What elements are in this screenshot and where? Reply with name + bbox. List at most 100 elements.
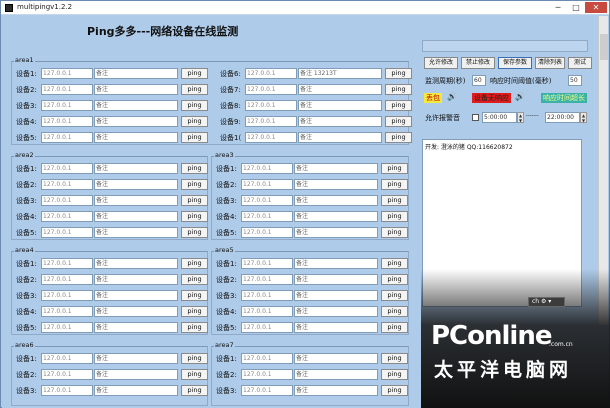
- ping-button[interactable]: ping: [181, 211, 208, 222]
- ping-button[interactable]: ping: [385, 116, 412, 127]
- ip-input[interactable]: 127.0.0.1: [41, 290, 93, 301]
- note-input[interactable]: 备注: [294, 163, 378, 174]
- start-time-spinner[interactable]: ▲ ▼: [517, 112, 524, 123]
- note-input[interactable]: 备注: [94, 369, 178, 380]
- save-params-button[interactable]: 保存参数: [498, 57, 532, 69]
- note-input[interactable]: 备注: [294, 369, 378, 380]
- ime-toolbar[interactable]: ch ⚙ ▾: [528, 297, 565, 307]
- test-button[interactable]: 测试: [568, 57, 592, 69]
- note-input[interactable]: 备注 13213T: [298, 68, 382, 79]
- note-input[interactable]: 备注: [294, 195, 378, 206]
- ping-button[interactable]: ping: [381, 211, 408, 222]
- ip-input[interactable]: 127.0.0.1: [241, 163, 293, 174]
- ping-button[interactable]: ping: [181, 385, 208, 396]
- ip-input[interactable]: 127.0.0.1: [41, 68, 93, 79]
- note-input[interactable]: 备注: [294, 385, 378, 396]
- note-input[interactable]: 备注: [294, 211, 378, 222]
- note-input[interactable]: 备注: [294, 258, 378, 269]
- ping-button[interactable]: ping: [381, 290, 408, 301]
- ip-input[interactable]: 127.0.0.1: [241, 211, 293, 222]
- note-input[interactable]: 备注: [298, 100, 382, 111]
- note-input[interactable]: 备注: [294, 179, 378, 190]
- note-input[interactable]: 备注: [298, 84, 382, 95]
- ip-input[interactable]: 127.0.0.1: [241, 385, 293, 396]
- ping-button[interactable]: ping: [181, 306, 208, 317]
- ping-button[interactable]: ping: [181, 322, 208, 333]
- ip-input[interactable]: 127.0.0.1: [241, 369, 293, 380]
- ip-input[interactable]: 127.0.0.1: [241, 195, 293, 206]
- ip-input[interactable]: 127.0.0.1: [41, 179, 93, 190]
- ip-input[interactable]: 127.0.0.1: [241, 227, 293, 238]
- note-input[interactable]: 备注: [94, 68, 178, 79]
- minimize-button[interactable]: ─: [549, 2, 567, 13]
- ip-input[interactable]: 127.0.0.1: [41, 195, 93, 206]
- ip-input[interactable]: 127.0.0.1: [241, 274, 293, 285]
- note-input[interactable]: 备注: [94, 227, 178, 238]
- note-input[interactable]: 备注: [298, 132, 382, 143]
- title-bar[interactable]: multipingv1.2.2 ─ □ ✕: [1, 1, 609, 15]
- ping-button[interactable]: ping: [181, 116, 208, 127]
- note-input[interactable]: 备注: [94, 306, 178, 317]
- ping-button[interactable]: ping: [181, 100, 208, 111]
- ping-button[interactable]: ping: [381, 322, 408, 333]
- allow-edit-button[interactable]: 允许修改: [424, 57, 458, 69]
- alarm-end-time[interactable]: 22:00:00: [545, 112, 580, 123]
- ping-button[interactable]: ping: [385, 100, 412, 111]
- ping-button[interactable]: ping: [181, 353, 208, 364]
- ip-input[interactable]: 127.0.0.1: [245, 68, 297, 79]
- speaker-icon[interactable]: 🔊: [515, 92, 525, 101]
- ping-button[interactable]: ping: [381, 163, 408, 174]
- note-input[interactable]: 备注: [94, 385, 178, 396]
- ping-button[interactable]: ping: [181, 68, 208, 79]
- ip-input[interactable]: 127.0.0.1: [241, 306, 293, 317]
- alarm-checkbox[interactable]: [472, 114, 479, 121]
- ping-button[interactable]: ping: [181, 179, 208, 190]
- note-input[interactable]: 备注: [94, 353, 178, 364]
- ip-input[interactable]: 127.0.0.1: [241, 353, 293, 364]
- note-input[interactable]: 备注: [94, 179, 178, 190]
- note-input[interactable]: 备注: [94, 322, 178, 333]
- ip-input[interactable]: 127.0.0.1: [41, 306, 93, 317]
- speaker-icon[interactable]: 🔊: [447, 92, 457, 101]
- ip-input[interactable]: 127.0.0.1: [41, 132, 93, 143]
- note-input[interactable]: 备注: [94, 211, 178, 222]
- ip-input[interactable]: 127.0.0.1: [41, 227, 93, 238]
- note-input[interactable]: 备注: [298, 116, 382, 127]
- ip-input[interactable]: 127.0.0.1: [241, 322, 293, 333]
- ip-input[interactable]: 127.0.0.1: [41, 385, 93, 396]
- note-input[interactable]: 备注: [94, 132, 178, 143]
- ip-input[interactable]: 127.0.0.1: [241, 290, 293, 301]
- ping-button[interactable]: ping: [385, 68, 412, 79]
- ip-input[interactable]: 127.0.0.1: [41, 116, 93, 127]
- ping-button[interactable]: ping: [181, 369, 208, 380]
- note-input[interactable]: 备注: [294, 306, 378, 317]
- ping-button[interactable]: ping: [181, 227, 208, 238]
- note-input[interactable]: 备注: [94, 100, 178, 111]
- ip-input[interactable]: 127.0.0.1: [245, 100, 297, 111]
- ping-button[interactable]: ping: [381, 227, 408, 238]
- end-time-spinner[interactable]: ▲ ▼: [580, 112, 587, 123]
- ping-button[interactable]: ping: [385, 132, 412, 143]
- note-input[interactable]: 备注: [94, 84, 178, 95]
- ip-input[interactable]: 127.0.0.1: [41, 353, 93, 364]
- ip-input[interactable]: 127.0.0.1: [41, 274, 93, 285]
- ip-input[interactable]: 127.0.0.1: [41, 100, 93, 111]
- alarm-start-time[interactable]: 5:00:00: [482, 112, 517, 123]
- ping-button[interactable]: ping: [381, 306, 408, 317]
- ip-input[interactable]: 127.0.0.1: [41, 322, 93, 333]
- maximize-button[interactable]: □: [567, 2, 585, 13]
- note-input[interactable]: 备注: [294, 353, 378, 364]
- ip-input[interactable]: 127.0.0.1: [41, 369, 93, 380]
- note-input[interactable]: 备注: [94, 274, 178, 285]
- ping-button[interactable]: ping: [181, 274, 208, 285]
- ping-button[interactable]: ping: [181, 84, 208, 95]
- note-input[interactable]: 备注: [294, 290, 378, 301]
- ping-button[interactable]: ping: [181, 290, 208, 301]
- ping-button[interactable]: ping: [381, 274, 408, 285]
- note-input[interactable]: 备注: [294, 274, 378, 285]
- ping-button[interactable]: ping: [381, 385, 408, 396]
- ping-button[interactable]: ping: [381, 195, 408, 206]
- ip-input[interactable]: 127.0.0.1: [245, 84, 297, 95]
- note-input[interactable]: 备注: [94, 163, 178, 174]
- ping-button[interactable]: ping: [381, 258, 408, 269]
